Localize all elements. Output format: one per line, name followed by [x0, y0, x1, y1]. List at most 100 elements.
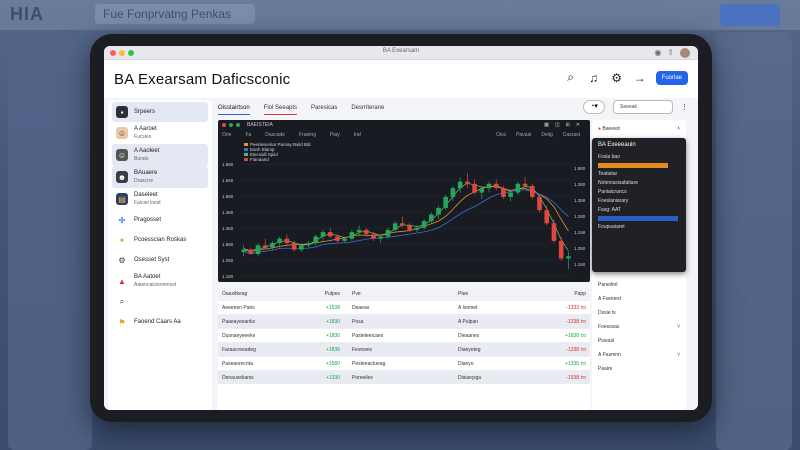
sidebar-item-6[interactable]: ✦ Pcoesscian Roskas [112, 230, 208, 250]
right-panel-row[interactable]: A Fsenerd [598, 296, 680, 302]
more-icon[interactable]: ⋮ [681, 103, 688, 111]
upgrade-button[interactable]: Fuorlae [655, 70, 688, 85]
candle-body [551, 223, 557, 241]
sidebar-item-0[interactable]: ▪ Srpeers [112, 102, 208, 122]
chart-toolbar-item[interactable]: Fraeing [299, 132, 316, 138]
candle-body [255, 245, 261, 255]
right-panel-row[interactable]: Foesssas ˅ [598, 324, 680, 330]
sidebar-item-8[interactable]: ▲ BA Aatoet Aatencaicieoomost [112, 270, 208, 292]
cell: Faraacreeadeg [222, 346, 256, 353]
notification-icon[interactable]: ♫ [587, 71, 601, 85]
table-row[interactable]: Paseaorecnta +1580 Pesteeactueag Diaeyo … [218, 356, 590, 370]
right-panel-row[interactable]: A Pasmnn ˅ [598, 352, 680, 358]
camera-icon[interactable]: ◉ [654, 48, 661, 58]
right-axis-label: 1.150 [574, 262, 586, 267]
popup-row[interactable]: Noteniasisafatiare [598, 180, 680, 186]
column-header[interactable]: Oaaxitkeag [218, 291, 310, 297]
sidebar-item-7[interactable]: ⚙ Osesset Syst [112, 250, 208, 270]
arrow-right-icon[interactable]: → [633, 71, 647, 85]
chart-tool-icon[interactable]: ⊞ [566, 122, 570, 128]
chart-toolbar-item[interactable]: Orie [222, 132, 231, 138]
tablet-screen: BA Exearsam ◉ ⇪ BA Exearsam Daficsconic … [104, 46, 698, 410]
column-header[interactable]: Ptee [454, 291, 538, 297]
positions-table: Oaaxitkeag Pulpes Pve Ptee Papp Aeeenen … [218, 288, 590, 410]
column-header[interactable]: Pulpes [310, 291, 344, 297]
chart-right-tool[interactable]: Casrast [563, 132, 580, 138]
settings-icon[interactable]: ⚙ [610, 71, 624, 85]
sidebar-item-label: Pragosset [134, 217, 162, 223]
cell: Paaeayeeanks [222, 318, 256, 325]
popup-row[interactable]: Teatiatar [598, 171, 680, 177]
cell: Aeeenen Paris [222, 304, 255, 311]
right-panel-row[interactable]: Pisesal [598, 338, 680, 344]
y-axis-label: 1.360 [222, 226, 234, 231]
cell: Diaeyo [458, 360, 474, 367]
search-input[interactable]: Seeeak [613, 100, 673, 114]
candlestick-plot[interactable]: 1.880 1.660 1.880 1.480 1.360 1.880 1.260 1.180… [218, 140, 590, 282]
candle-body [558, 240, 564, 259]
candle-body [385, 229, 391, 237]
sidebar: ▪ Srpeers ☺ A Aaroet Fucsies ☺ A Aaoleet B… [108, 100, 212, 410]
candle-body [450, 188, 456, 197]
close-icon[interactable]: ✕ [576, 122, 580, 128]
sidebar-item-3[interactable]: ☻ BAuaere Drascrre [112, 166, 208, 188]
chart-right-tool[interactable]: Oisc [496, 132, 506, 138]
tab-positions[interactable]: Paresicas [311, 102, 337, 114]
search-icon: ⌕ [119, 297, 125, 306]
right-panel-row[interactable]: Dssie ts [598, 310, 680, 316]
popup-row[interactable]: Fosla bao [598, 154, 680, 160]
candle-body [566, 256, 571, 259]
sidebar-item-5[interactable]: ✣ Pragosset [112, 210, 208, 230]
sidebar-item-2[interactable]: ☺ A Aaoleet Burats [112, 144, 208, 166]
column-header[interactable]: Papp [538, 291, 590, 297]
table-row[interactable]: Aeeenen Paris +1538 Deaeas A Isomet -133… [218, 300, 590, 314]
chevron-up-icon: ˄ [677, 126, 680, 132]
chart-toolbar-item[interactable]: Dascade [265, 132, 285, 138]
sidebar-item-9[interactable]: ⌕ [112, 292, 208, 312]
right-panel-row[interactable]: Paaire [598, 366, 680, 372]
chart-symbol: BAEISTEIA [247, 122, 273, 128]
popup-row[interactable]: Paniaicrancs [598, 189, 680, 195]
table-row[interactable]: Paaeayeeanks +1830 Posa A Pulpan -1338 ±… [218, 314, 590, 328]
tab-snapshots[interactable]: Fiol Seeapts [263, 102, 298, 115]
cell: +1836 [325, 346, 340, 353]
table-row[interactable]: Denausekanis +1330 Poreeiles Disiaeyiga … [218, 370, 590, 384]
chart-tool-icon[interactable]: ◫ [555, 122, 560, 128]
candle-body [342, 238, 347, 241]
user-avatar[interactable] [680, 48, 690, 58]
popup-row[interactable]: Foupuaiaret [598, 224, 680, 230]
column-header[interactable]: Pve [344, 291, 454, 297]
chart-toolbar-item[interactable]: Piay [330, 132, 340, 138]
share-icon[interactable]: ⇪ [667, 48, 674, 58]
popup-row[interactable]: Fasg: AAT [598, 207, 680, 213]
popup-highlight-blue[interactable] [598, 216, 678, 221]
background-button [720, 4, 780, 26]
sidebar-item-sub: Fucsies [134, 134, 152, 140]
search-icon[interactable]: ⌕ [564, 70, 578, 85]
chart-toolbar-item[interactable]: Fa [245, 132, 251, 138]
right-panel-row[interactable]: Paneilnrl [598, 282, 680, 288]
sidebar-item-1[interactable]: ☺ A Aaroet Fucsies [112, 122, 208, 144]
popup-highlight-orange[interactable] [598, 163, 668, 168]
background-sidebar [8, 32, 92, 450]
chart-toolbar-item[interactable]: Iraf [354, 132, 361, 138]
status-dot-green [229, 123, 233, 127]
candle-body [428, 214, 434, 222]
sidebar-item-10[interactable]: ⚑ Faoend Caars Aa [112, 312, 208, 332]
chart-right-tool[interactable]: Pavaal [516, 132, 531, 138]
sidebar-item-4[interactable]: ▤ Daseleet Falciet loest [112, 188, 208, 210]
tab-derivatives[interactable]: Desrriterane [351, 102, 384, 114]
timer-dropdown[interactable]: ◔▾ [583, 100, 605, 114]
table-row[interactable]: Dusnaeyeeeke +1830 Pasteleeicaes Dieaane… [218, 328, 590, 342]
chart-right-tool[interactable]: Deiig [541, 132, 552, 138]
chart-tool-icon[interactable]: ▦ [544, 122, 549, 128]
candle-body [486, 183, 492, 189]
panel-header-label: ● Baeeed [598, 126, 620, 132]
candle-body [515, 183, 521, 193]
table-row[interactable]: Faraacreeadeg +1836 Feveseis Diaeyeteg -… [218, 342, 590, 356]
cell: Poreeiles [352, 374, 373, 381]
y-axis-label: 1.660 [222, 178, 234, 183]
status-dot-green [236, 123, 240, 127]
tab-overview[interactable]: Oisstairtson [218, 102, 250, 115]
popup-row[interactable]: Foeslaniarary [598, 198, 680, 204]
